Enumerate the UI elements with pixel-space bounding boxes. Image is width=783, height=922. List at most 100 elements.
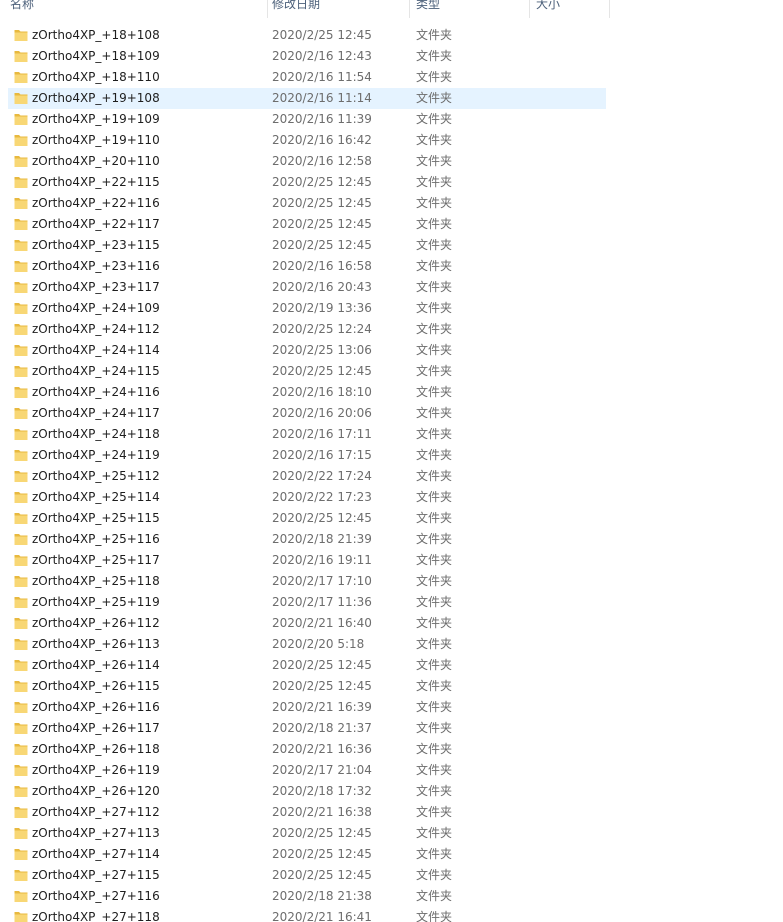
file-type: 文件夹: [416, 784, 453, 798]
file-list-row[interactable]: zOrtho4XP_+24+118 2020/2/16 17:11 文件夹: [8, 424, 606, 445]
folder-icon: [14, 702, 28, 713]
file-list-row[interactable]: zOrtho4XP_+25+116 2020/2/18 21:39 文件夹: [8, 529, 606, 550]
file-modified-date: 2020/2/17 21:04: [272, 763, 372, 777]
folder-icon: [14, 282, 28, 293]
folder-icon: [14, 93, 28, 104]
file-list-row[interactable]: zOrtho4XP_+24+117 2020/2/16 20:06 文件夹: [8, 403, 606, 424]
column-header-date-label: 修改日期: [272, 0, 321, 11]
file-modified-date: 2020/2/16 20:06: [272, 406, 372, 420]
file-type: 文件夹: [416, 490, 453, 504]
file-modified-date: 2020/2/16 11:14: [272, 91, 372, 105]
file-name: zOrtho4XP_+23+116: [32, 259, 160, 273]
file-list-row[interactable]: zOrtho4XP_+26+114 2020/2/25 12:45 文件夹: [8, 655, 606, 676]
file-list-row[interactable]: zOrtho4XP_+24+112 2020/2/25 12:24 文件夹: [8, 319, 606, 340]
file-modified-date: 2020/2/21 16:38: [272, 805, 372, 819]
column-header-size[interactable]: 大小: [536, 0, 608, 18]
file-list-row[interactable]: zOrtho4XP_+26+116 2020/2/21 16:39 文件夹: [8, 697, 606, 718]
file-type: 文件夹: [416, 217, 453, 231]
file-type: 文件夹: [416, 868, 453, 882]
file-list-row[interactable]: zOrtho4XP_+24+114 2020/2/25 13:06 文件夹: [8, 340, 606, 361]
column-divider[interactable]: [267, 0, 268, 18]
file-list-row[interactable]: zOrtho4XP_+19+108 2020/2/16 11:14 文件夹: [8, 88, 606, 109]
file-list-row[interactable]: zOrtho4XP_+25+117 2020/2/16 19:11 文件夹: [8, 550, 606, 571]
file-list-row[interactable]: zOrtho4XP_+24+116 2020/2/16 18:10 文件夹: [8, 382, 606, 403]
file-list-row[interactable]: zOrtho4XP_+18+110 2020/2/16 11:54 文件夹: [8, 67, 606, 88]
file-name: zOrtho4XP_+23+115: [32, 238, 160, 252]
file-modified-date: 2020/2/25 12:45: [272, 175, 372, 189]
file-list-row[interactable]: zOrtho4XP_+26+112 2020/2/21 16:40 文件夹: [8, 613, 606, 634]
file-type: 文件夹: [416, 721, 453, 735]
file-name: zOrtho4XP_+27+118: [32, 910, 160, 922]
file-type: 文件夹: [416, 742, 453, 756]
file-list-row[interactable]: zOrtho4XP_+23+116 2020/2/16 16:58 文件夹: [8, 256, 606, 277]
file-name: zOrtho4XP_+26+120: [32, 784, 160, 798]
file-name: zOrtho4XP_+27+112: [32, 805, 160, 819]
file-list-row[interactable]: zOrtho4XP_+27+114 2020/2/25 12:45 文件夹: [8, 844, 606, 865]
file-name: zOrtho4XP_+27+113: [32, 826, 160, 840]
file-list-row[interactable]: zOrtho4XP_+26+113 2020/2/20 5:18 文件夹: [8, 634, 606, 655]
folder-icon: [14, 30, 28, 41]
file-type: 文件夹: [416, 763, 453, 777]
file-modified-date: 2020/2/21 16:41: [272, 910, 372, 922]
column-divider[interactable]: [529, 0, 530, 18]
file-list-row[interactable]: zOrtho4XP_+27+113 2020/2/25 12:45 文件夹: [8, 823, 606, 844]
column-divider[interactable]: [409, 0, 410, 18]
folder-icon: [14, 345, 28, 356]
file-list-row[interactable]: zOrtho4XP_+25+115 2020/2/25 12:45 文件夹: [8, 508, 606, 529]
file-modified-date: 2020/2/21 16:39: [272, 700, 372, 714]
file-modified-date: 2020/2/17 11:36: [272, 595, 372, 609]
file-list-row[interactable]: zOrtho4XP_+27+116 2020/2/18 21:38 文件夹: [8, 886, 606, 907]
file-type: 文件夹: [416, 385, 453, 399]
file-list-row[interactable]: zOrtho4XP_+22+116 2020/2/25 12:45 文件夹: [8, 193, 606, 214]
file-list-row[interactable]: zOrtho4XP_+20+110 2020/2/16 12:58 文件夹: [8, 151, 606, 172]
file-type: 文件夹: [416, 637, 453, 651]
folder-icon: [14, 156, 28, 167]
file-modified-date: 2020/2/18 17:32: [272, 784, 372, 798]
file-name: zOrtho4XP_+25+115: [32, 511, 160, 525]
file-name: zOrtho4XP_+18+108: [32, 28, 160, 42]
file-list-row[interactable]: zOrtho4XP_+27+115 2020/2/25 12:45 文件夹: [8, 865, 606, 886]
column-header-date[interactable]: 修改日期: [272, 0, 408, 18]
file-name: zOrtho4XP_+26+116: [32, 700, 160, 714]
file-name: zOrtho4XP_+24+112: [32, 322, 160, 336]
file-name: zOrtho4XP_+26+113: [32, 637, 160, 651]
file-type: 文件夹: [416, 196, 453, 210]
file-list-row[interactable]: zOrtho4XP_+25+112 2020/2/22 17:24 文件夹: [8, 466, 606, 487]
file-list-row[interactable]: zOrtho4XP_+27+112 2020/2/21 16:38 文件夹: [8, 802, 606, 823]
file-list-row[interactable]: zOrtho4XP_+19+109 2020/2/16 11:39 文件夹: [8, 109, 606, 130]
file-list-row[interactable]: zOrtho4XP_+26+115 2020/2/25 12:45 文件夹: [8, 676, 606, 697]
file-name: zOrtho4XP_+24+109: [32, 301, 160, 315]
file-list-row[interactable]: zOrtho4XP_+25+119 2020/2/17 11:36 文件夹: [8, 592, 606, 613]
file-list-row[interactable]: zOrtho4XP_+22+115 2020/2/25 12:45 文件夹: [8, 172, 606, 193]
column-divider[interactable]: [609, 0, 610, 18]
file-type: 文件夹: [416, 595, 453, 609]
file-list-row[interactable]: zOrtho4XP_+24+115 2020/2/25 12:45 文件夹: [8, 361, 606, 382]
file-list-row[interactable]: zOrtho4XP_+26+118 2020/2/21 16:36 文件夹: [8, 739, 606, 760]
folder-icon: [14, 324, 28, 335]
file-list-row[interactable]: zOrtho4XP_+23+117 2020/2/16 20:43 文件夹: [8, 277, 606, 298]
folder-icon: [14, 828, 28, 839]
file-type: 文件夹: [416, 616, 453, 630]
file-list-row[interactable]: zOrtho4XP_+22+117 2020/2/25 12:45 文件夹: [8, 214, 606, 235]
file-list-row[interactable]: zOrtho4XP_+25+114 2020/2/22 17:23 文件夹: [8, 487, 606, 508]
column-header-type[interactable]: 类型: [416, 0, 528, 18]
folder-icon: [14, 912, 28, 922]
file-list-row[interactable]: zOrtho4XP_+26+117 2020/2/18 21:37 文件夹: [8, 718, 606, 739]
file-list-row[interactable]: zOrtho4XP_+26+120 2020/2/18 17:32 文件夹: [8, 781, 606, 802]
file-list-row[interactable]: zOrtho4XP_+24+109 2020/2/19 13:36 文件夹: [8, 298, 606, 319]
file-list-row[interactable]: zOrtho4XP_+18+108 2020/2/25 12:45 文件夹: [8, 25, 606, 46]
file-type: 文件夹: [416, 910, 453, 922]
file-list-row[interactable]: zOrtho4XP_+26+119 2020/2/17 21:04 文件夹: [8, 760, 606, 781]
file-list-row[interactable]: zOrtho4XP_+23+115 2020/2/25 12:45 文件夹: [8, 235, 606, 256]
file-list-row[interactable]: zOrtho4XP_+24+119 2020/2/16 17:15 文件夹: [8, 445, 606, 466]
column-header-name[interactable]: 名称: [10, 0, 266, 18]
file-list-row[interactable]: zOrtho4XP_+19+110 2020/2/16 16:42 文件夹: [8, 130, 606, 151]
file-list-row[interactable]: zOrtho4XP_+18+109 2020/2/16 12:43 文件夹: [8, 46, 606, 67]
file-list-row[interactable]: zOrtho4XP_+25+118 2020/2/17 17:10 文件夹: [8, 571, 606, 592]
file-modified-date: 2020/2/22 17:23: [272, 490, 372, 504]
file-list-row[interactable]: zOrtho4XP_+27+118 2020/2/21 16:41 文件夹: [8, 907, 606, 922]
file-modified-date: 2020/2/25 13:06: [272, 343, 372, 357]
folder-icon: [14, 639, 28, 650]
file-type: 文件夹: [416, 574, 453, 588]
file-type: 文件夹: [416, 175, 453, 189]
